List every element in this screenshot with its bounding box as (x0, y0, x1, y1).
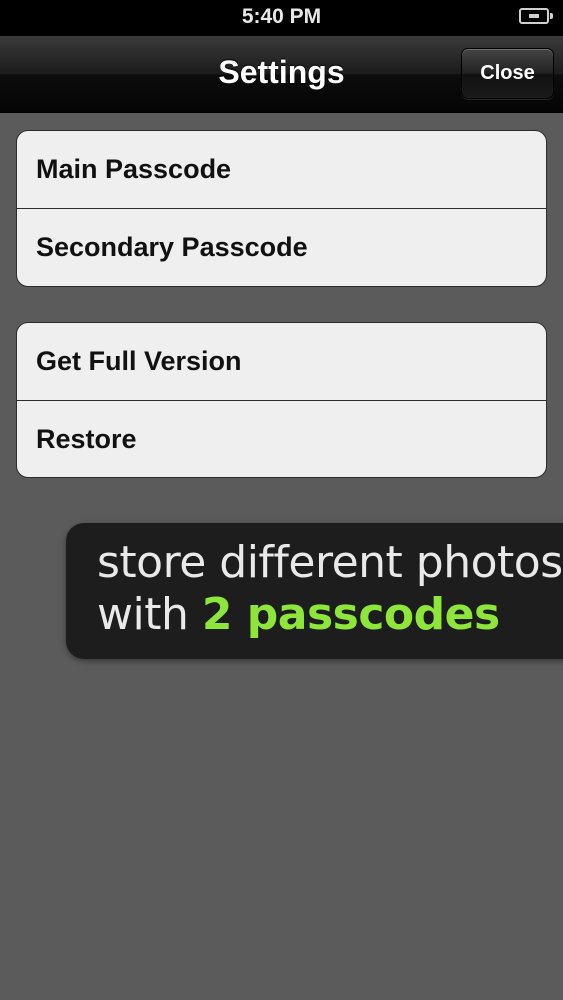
promo-banner: store different photos with 2 passcodes (66, 523, 563, 659)
get-full-version-cell[interactable]: Get Full Version (17, 323, 546, 400)
purchase-settings-group: Get Full Version Restore (16, 322, 547, 478)
promo-highlight: 2 passcodes (201, 589, 500, 640)
restore-cell[interactable]: Restore (17, 400, 546, 477)
promo-line-2-prefix: with (97, 589, 202, 640)
status-time: 5:40 PM (241, 5, 322, 28)
status-bar: 5:40 PM (0, 0, 563, 36)
promo-line-1: store different photos (97, 537, 563, 588)
passcode-settings-group: Main Passcode Secondary Passcode (16, 130, 547, 287)
secondary-passcode-cell[interactable]: Secondary Passcode (17, 208, 546, 285)
close-button[interactable]: Close (461, 48, 554, 99)
plug-icon (529, 14, 539, 18)
promo-line-2: with 2 passcodes (97, 589, 500, 640)
battery-charging-icon (519, 8, 553, 24)
navigation-bar: Settings Close (0, 36, 563, 113)
main-passcode-cell[interactable]: Main Passcode (17, 131, 546, 208)
